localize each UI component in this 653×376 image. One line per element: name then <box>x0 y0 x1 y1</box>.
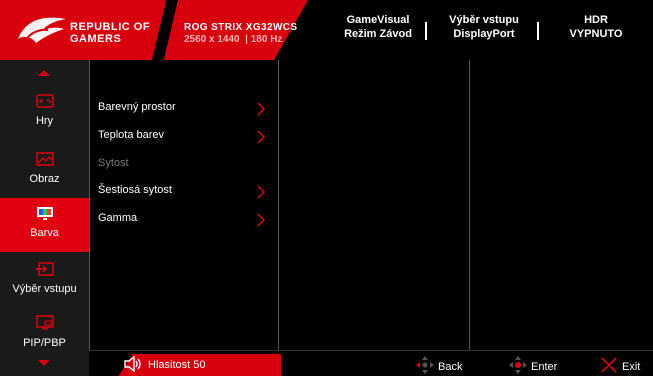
sidebar-item-pip-pbp[interactable]: PIP/PBP <box>0 308 89 360</box>
gamepad-icon <box>36 94 54 108</box>
joystick-left-icon <box>416 356 434 374</box>
hdr-status: HDR VYPNUTO <box>553 13 639 41</box>
chevron-right-icon <box>257 130 266 144</box>
resolution-refresh: 2560 x 1440 | 180 Hz <box>184 34 283 45</box>
menu-item-gamma[interactable]: Gamma <box>98 209 272 229</box>
chevron-right-icon <box>257 185 266 199</box>
speaker-icon <box>124 356 141 372</box>
input-value: DisplayPort <box>453 28 515 40</box>
input-icon <box>36 262 54 276</box>
header-separator <box>537 22 539 40</box>
image-icon <box>36 152 54 166</box>
header-bar: REPUBLIC OF GAMERS ROG STRIX XG32WCS 256… <box>0 0 653 60</box>
header-separator <box>425 22 427 40</box>
sidebar-item-label: Barva <box>30 227 59 239</box>
volume-value: 50 <box>193 359 206 371</box>
gamevisual-status: GameVisual Režim Závod <box>336 13 420 41</box>
sidebar-item-label: PIP/PBP <box>23 337 66 349</box>
brand-name: REPUBLIC OF GAMERS <box>70 21 150 45</box>
menu-item-sytost: Sytost <box>98 154 272 174</box>
sidebar-item-vyber-vstupu[interactable]: Výběr vstupu <box>0 254 89 306</box>
sidebar-item-label: Výběr vstupu <box>12 283 77 295</box>
menu-item-barevny-prostor[interactable]: Barevný prostor <box>98 98 272 118</box>
joystick-center-icon <box>509 356 527 374</box>
submenu-column <box>278 60 469 350</box>
category-sidebar: Hry Obraz Barva Výběr vstupu PIP/PBP <box>0 60 89 376</box>
sidebar-item-barva[interactable]: Barva <box>0 198 89 252</box>
rog-logo-icon <box>18 17 66 43</box>
sidebar-item-label: Obraz <box>29 173 60 185</box>
menu-item-sestiosa-sytost[interactable]: Šestiosá sytost <box>98 181 272 201</box>
menu-item-label: Barevný prostor <box>98 101 176 113</box>
brand-line-2: GAMERS <box>70 33 122 45</box>
input-label: Výběr vstupu <box>449 14 519 26</box>
menu-item-label: Gamma <box>98 212 138 224</box>
hdr-label: HDR <box>584 14 608 26</box>
options-column <box>469 60 653 350</box>
chevron-right-icon <box>257 213 266 227</box>
gamevisual-value: Režim Závod <box>344 28 412 40</box>
menu-item-label: Teplota barev <box>98 129 165 141</box>
sidebar-item-obraz[interactable]: Obraz <box>0 144 89 196</box>
menu-item-teplota-barev[interactable]: Teplota barev <box>98 126 272 146</box>
sidebar-item-hry[interactable]: Hry <box>0 86 89 138</box>
chevron-right-icon <box>257 102 266 116</box>
gamevisual-label: GameVisual <box>346 14 410 26</box>
volume-label: Hlasitost <box>148 359 191 371</box>
footer-bar: Hlasitost 50 Back Enter Exit <box>89 350 653 376</box>
brand-line-1: REPUBLIC OF <box>70 21 151 33</box>
volume-readout: Hlasitost 50 <box>148 359 206 371</box>
input-status: Výběr vstupu DisplayPort <box>440 13 528 41</box>
scroll-up-arrow-icon[interactable] <box>38 70 50 76</box>
menu-column: Barevný prostor Teplota barev Sytost Šes… <box>89 60 278 350</box>
close-icon <box>601 357 617 373</box>
exit-label: Exit <box>622 361 641 373</box>
menu-item-label: Sytost <box>98 157 129 169</box>
back-label: Back <box>438 361 463 373</box>
scroll-down-arrow-icon[interactable] <box>38 360 50 366</box>
sidebar-item-label: Hry <box>35 115 54 127</box>
hdr-value: VYPNUTO <box>569 28 623 40</box>
model-info: ROG STRIX XG32WCS 2560 x 1440 | 180 Hz <box>184 22 298 46</box>
color-icon <box>37 207 53 220</box>
enter-label: Enter <box>531 361 558 373</box>
pip-icon <box>36 315 54 330</box>
menu-item-label: Šestiosá sytost <box>98 184 172 196</box>
model-name: ROG STRIX XG32WCS <box>184 22 298 33</box>
